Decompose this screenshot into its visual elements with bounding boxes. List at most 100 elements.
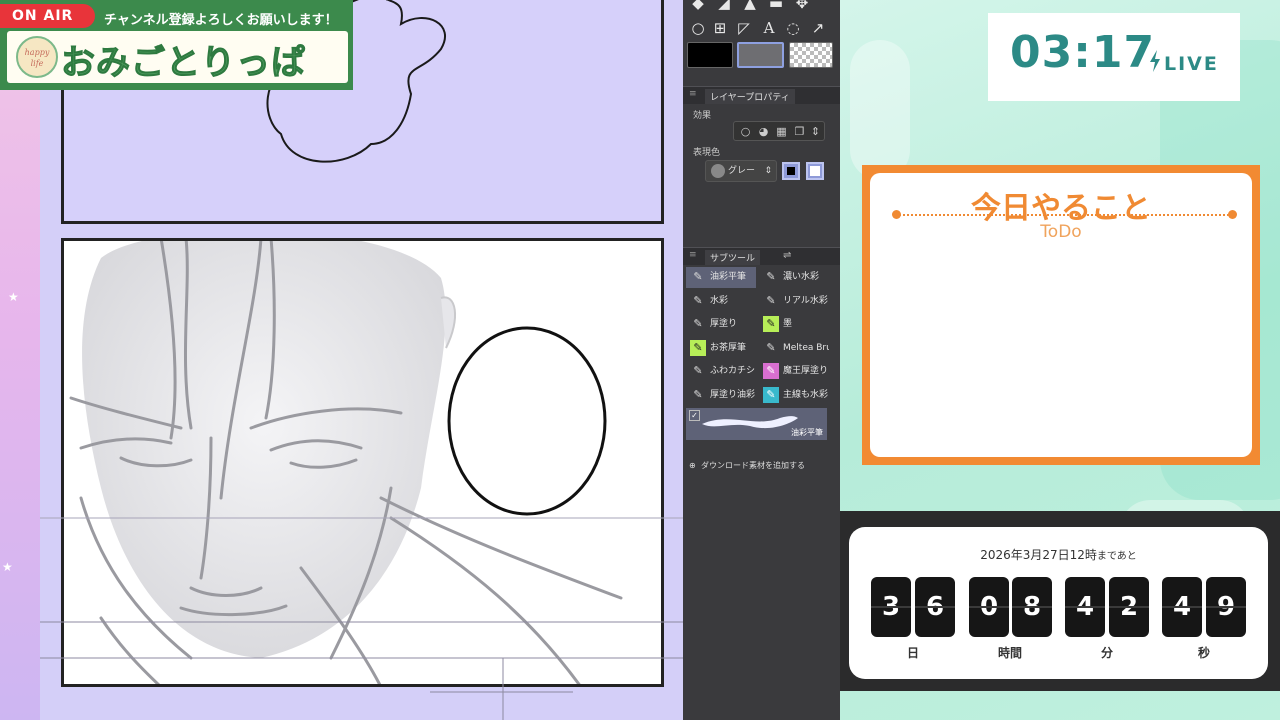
fill-icon[interactable]: ▲ <box>741 0 759 12</box>
sub-tool-label: ふわカチシ <box>710 366 756 376</box>
sub-tool-item[interactable]: ✎ 厚塗り油彩 <box>686 385 756 406</box>
balloon-icon[interactable]: ◌ <box>784 19 802 37</box>
expression-color-select[interactable]: グレー ⇕ <box>705 160 777 182</box>
sub-tool-label: 魔王厚塗り <box>783 366 829 376</box>
layer-property-title[interactable]: レイヤープロパティ <box>705 89 795 104</box>
sub-tool-item[interactable]: ✎ お茶厚筆 <box>686 338 756 359</box>
sparkle-icon: ★ <box>2 560 13 574</box>
sub-tool-item[interactable]: ✎ 厚塗り <box>686 314 756 335</box>
tone-effect-icon[interactable]: ◕ <box>756 124 771 139</box>
expand-icon[interactable]: ⇕ <box>808 124 823 139</box>
countdown-unit-seconds: 秒 <box>1197 646 1210 660</box>
effect-label: 効果 <box>693 111 712 121</box>
layer-property-header: ≡ レイヤープロパティ <box>683 86 840 104</box>
brush-preview[interactable]: ✓ 油彩平筆 <box>686 408 827 440</box>
on-air-banner: ON AIR チャンネル登録よろしくお願いします！ happy life おみご… <box>0 0 353 90</box>
layer-copy-icon[interactable]: ❐ <box>792 124 807 139</box>
brush-icon: ✎ <box>763 316 779 332</box>
sub-tool-item[interactable]: ✎ 主線も水彩 <box>759 385 829 406</box>
menu-icon[interactable]: ≡ <box>689 89 697 99</box>
sub-tool-item[interactable]: ✎ リアル水彩 <box>759 291 829 312</box>
sub-tool-group-icon[interactable]: ⇌ <box>783 250 791 261</box>
brush-icon: ✎ <box>766 270 776 283</box>
countdown-unit-hours: 時間 <box>997 646 1022 660</box>
main-color-swatch[interactable] <box>687 42 733 68</box>
countdown-digit: 4 <box>1162 577 1202 637</box>
todo-board: 今日やること ToDo <box>862 165 1260 465</box>
countdown-digit: 0 <box>969 577 1009 637</box>
countdown-digit: 2 <box>1109 577 1149 637</box>
sub-tool-item[interactable]: ✎ 魔王厚塗り <box>759 361 829 382</box>
brush-icon: ✎ <box>693 317 703 330</box>
brush-icon: ✎ <box>766 293 776 307</box>
correct-line-icon[interactable]: ↗ <box>809 19 827 37</box>
divider-dot <box>1228 210 1237 219</box>
sub-tool-title[interactable]: サブツール <box>705 250 761 265</box>
countdown-digit: 4 <box>1065 577 1105 637</box>
sub-tool-label: 厚塗り油彩 <box>710 389 756 400</box>
checkbox-icon[interactable]: ✓ <box>689 410 700 421</box>
halftone-icon[interactable]: ▦ <box>774 124 789 139</box>
lightning-icon <box>1150 50 1160 72</box>
frame-icon[interactable]: ⊞ <box>711 19 729 37</box>
brush-preview-label: 油彩平筆 <box>791 428 823 437</box>
clock-time: 03:17 <box>1010 27 1156 78</box>
countdown-unit-days: 日 <box>906 646 919 660</box>
todo-subtitle: ToDo <box>1040 222 1082 242</box>
brush-icon: ✎ <box>763 386 779 403</box>
on-air-badge: ON AIR <box>0 4 95 28</box>
sub-tool-label: 濃い水彩 <box>783 272 820 282</box>
sub-tool-item[interactable]: ✎ 墨 <box>759 314 829 335</box>
brush-icon: ✎ <box>763 363 779 379</box>
corner-dot <box>1250 455 1256 461</box>
sparkle-icon: ★ <box>8 290 19 304</box>
transparent-color-swatch[interactable] <box>789 42 833 68</box>
gradient-icon[interactable]: ▬ <box>767 0 785 12</box>
countdown-caption: 2026年3月27日12時まであと <box>849 546 1268 563</box>
sub-tool-item[interactable]: ✎ 濃い水彩 <box>759 267 829 288</box>
white-color-button[interactable] <box>806 162 824 180</box>
add-download-material-button[interactable]: ⊕ ダウンロード素材を追加する <box>689 460 805 471</box>
text-icon[interactable]: A <box>760 19 778 37</box>
countdown-unit-minutes: 分 <box>1100 646 1113 660</box>
sub-tool-item[interactable]: ✎ 水彩 <box>686 291 756 312</box>
sub-tool-label: 厚塗り <box>710 319 738 329</box>
channel-name-plate: happy life おみごとりっぱ <box>7 31 348 84</box>
ruler-icon[interactable]: ◸ <box>735 19 753 37</box>
move-icon[interactable]: ✥ <box>793 0 811 12</box>
menu-icon[interactable]: ≡ <box>689 250 697 260</box>
sub-tool-label: 墨 <box>783 319 793 329</box>
sub-tool-item[interactable]: ✎ 油彩平筆 <box>686 267 756 288</box>
chevron-updown-icon: ⇕ <box>764 166 772 176</box>
sub-tool-header: ≡ サブツール ⇌ <box>683 247 840 265</box>
todo-board-inner: 今日やること ToDo <box>870 173 1252 457</box>
brush-icon: ✎ <box>766 340 776 354</box>
countdown-card: 2026年3月27日12時まであと 3 6 0 8 4 2 4 9 日 時間 分… <box>849 527 1268 679</box>
brush-icon: ✎ <box>693 387 703 401</box>
border-effect-icon[interactable]: ○ <box>738 124 753 139</box>
sub-tool-label: 油彩平筆 <box>710 272 747 282</box>
sub-tool-label: 主線も水彩 <box>783 389 829 400</box>
corner-dot <box>866 169 872 175</box>
channel-name: おみごとりっぱ <box>61 43 306 84</box>
countdown-digit: 8 <box>1012 577 1052 637</box>
black-color-button[interactable] <box>782 162 800 180</box>
brush-stroke-preview <box>702 416 798 429</box>
countdown-digit: 9 <box>1206 577 1246 637</box>
sub-color-swatch[interactable] <box>737 42 784 68</box>
ellipse-icon[interactable]: ○ <box>689 19 707 37</box>
gray-circle-icon <box>711 164 725 178</box>
sub-tool-item[interactable]: ✎ ふわカチシ <box>686 361 756 382</box>
tool-panel: ◆ ◢ ▲ ▬ ✥ ○ ⊞ ◸ A ◌ ↗ ≡ レイヤープロパティ 効果 ○ ◕… <box>683 0 840 720</box>
countdown-digit: 6 <box>915 577 955 637</box>
fill-bucket-icon[interactable]: ◆ <box>689 0 707 12</box>
todo-title: 今日やること <box>971 191 1151 226</box>
sub-tool-item[interactable]: ✎ Meltea Bru <box>759 338 829 359</box>
brush-icon: ✎ <box>690 339 706 356</box>
corner-dot <box>866 455 872 461</box>
sub-tool-label: 水彩 <box>710 295 729 306</box>
live-clock: 03:17 LIVE <box>988 13 1240 101</box>
eraser-icon[interactable]: ◢ <box>715 0 733 12</box>
countdown-target-date: 2026年3月27日12時 <box>980 548 1097 562</box>
channel-logo: happy life <box>16 36 58 78</box>
